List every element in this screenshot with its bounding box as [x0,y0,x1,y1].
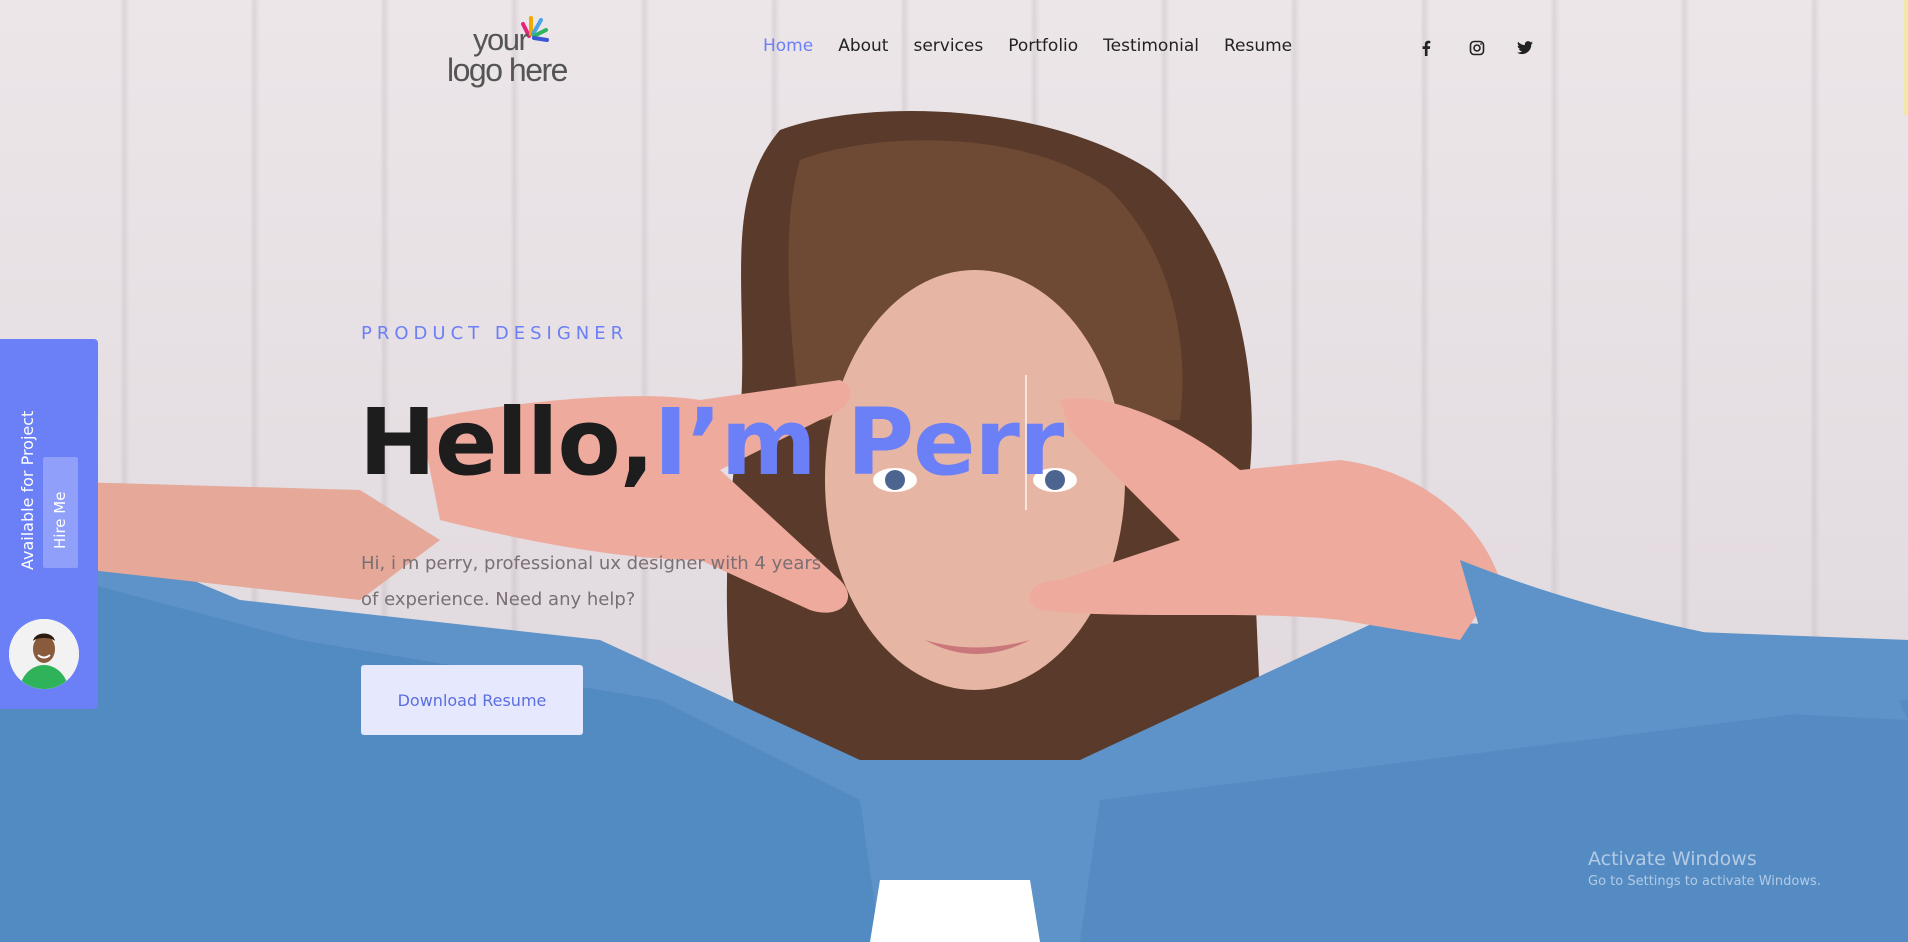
availability-label: Available for Project [18,410,37,570]
twitter-icon[interactable] [1517,38,1565,58]
facebook-icon[interactable] [1421,38,1469,58]
instagram-icon[interactable] [1469,38,1517,58]
hire-me-label: Hire Me [51,491,69,549]
watermark-title: Activate Windows [1588,848,1757,870]
hero-headline: Hello,I’m Perr [359,388,1065,498]
hero-subtitle: PRODUCT DESIGNER [361,323,629,344]
social-links [1421,38,1565,58]
nav-home[interactable]: Home [763,36,813,56]
nav-testimonial[interactable]: Testimonial [1103,36,1199,56]
nav-portfolio[interactable]: Portfolio [1008,36,1078,56]
hero-intro: Hi, i m perry, professional ux designer … [361,553,822,610]
site-logo[interactable]: your logo here [447,10,582,88]
typing-cursor [1025,375,1027,510]
nav-resume[interactable]: Resume [1224,36,1292,56]
headline-name: I’m Perr [653,389,1065,496]
scrollbar-edge [1904,0,1908,115]
windows-activation-watermark: Activate Windows Go to Settings to activ… [1588,848,1821,889]
main-nav: Home About services Portfolio Testimonia… [763,36,1317,56]
watermark-subtitle: Go to Settings to activate Windows. [1588,874,1821,889]
download-resume-button[interactable]: Download Resume [361,665,583,735]
nav-services[interactable]: services [913,36,983,56]
hire-me-button[interactable]: Hire Me [43,457,78,568]
headline-greeting: Hello, [359,389,655,496]
avatar[interactable] [9,619,79,689]
nav-about[interactable]: About [838,36,888,56]
logo-line-2: logo here [447,52,568,88]
